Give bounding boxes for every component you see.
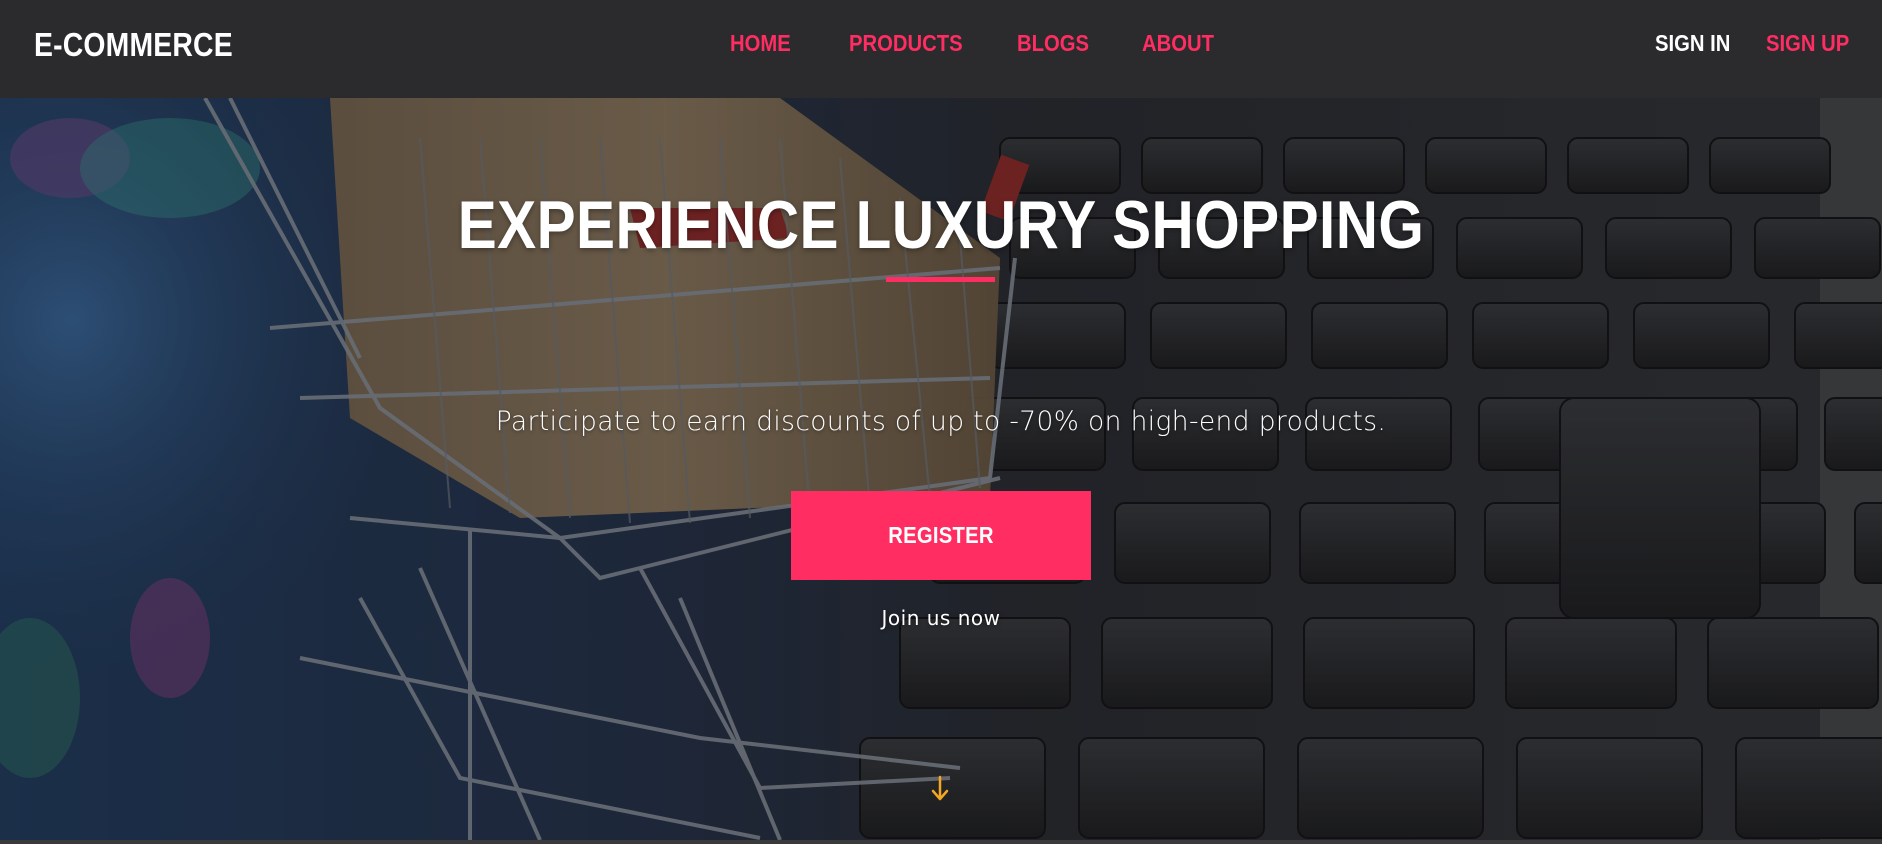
sign-in-link[interactable]: SIGN IN xyxy=(1655,30,1730,57)
hero-title: EXPERIENCE LUXURY SHOPPING xyxy=(457,187,1425,263)
hero-subtitle: Participate to earn discounts of up to -… xyxy=(495,406,1387,437)
title-underline xyxy=(886,277,995,282)
hero-section: EXPERIENCE LUXURY SHOPPING Participate t… xyxy=(0,98,1882,840)
arrow-down-icon[interactable] xyxy=(930,774,950,804)
register-button[interactable]: REGISTER xyxy=(791,491,1091,580)
main-nav: HOME PRODUCTS BLOGS ABOUT SIGN IN SIGN U… xyxy=(0,30,1882,64)
nav-products-link[interactable]: PRODUCTS xyxy=(849,30,963,57)
page-bottom-edge xyxy=(0,840,1882,844)
top-navbar: E-COMMERCE HOME PRODUCTS BLOGS ABOUT SIG… xyxy=(0,0,1882,98)
join-caption: Join us now xyxy=(881,606,1001,630)
nav-blogs-link[interactable]: BLOGS xyxy=(1017,30,1089,57)
nav-home-link[interactable]: HOME xyxy=(730,30,791,57)
nav-about-link[interactable]: ABOUT xyxy=(1142,30,1214,57)
sign-up-link[interactable]: SIGN UP xyxy=(1766,30,1849,57)
register-button-label: REGISTER xyxy=(888,522,994,548)
